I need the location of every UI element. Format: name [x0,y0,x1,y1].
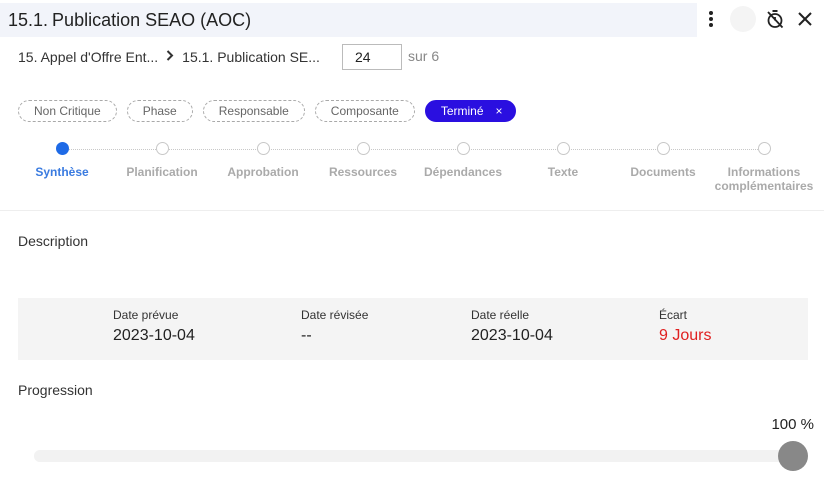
header: 15.1. Publication SEAO (AOC) [0,0,824,40]
chevron-right-icon [166,50,174,64]
date-value: -- [301,327,312,344]
chip-non-critique[interactable]: Non Critique [18,100,117,122]
step-dependances[interactable]: Dépendances [408,140,518,179]
step-label: Dépendances [423,165,503,179]
progress-percent: 100 % [771,416,814,433]
page-number-input[interactable] [342,44,402,70]
step-dot [256,142,270,155]
divider [0,210,824,211]
chip-termine[interactable]: Terminé × [424,100,516,122]
progression-label: Progression [18,382,93,398]
close-icon[interactable] [794,6,816,32]
step-dot [656,142,670,155]
step-ressources[interactable]: Ressources [308,140,418,179]
stepper: Synthèse Planification Approbation Resso… [0,140,824,200]
step-label: Approbation [227,165,299,179]
step-planification[interactable]: Planification [107,140,217,179]
chip-label: Non Critique [34,104,101,118]
step-dot [55,142,69,155]
step-synthese[interactable]: Synthèse [7,140,117,179]
step-documents[interactable]: Documents [608,140,718,179]
chip-label: Phase [142,104,177,118]
step-dot [155,142,169,155]
step-label: Documents [630,165,696,179]
step-label: Synthèse [35,165,89,179]
task-number: 15.1. [8,9,49,30]
date-prevue: Date prévue 2023-10-04 [113,308,195,345]
chip-label: Composante [330,104,399,118]
ecart-value: 9 Jours [659,327,712,344]
progress-slider-handle[interactable] [778,441,808,471]
step-approbation[interactable]: Approbation [208,140,318,179]
step-label: Texte [547,165,579,179]
ecart: Écart 9 Jours [659,308,711,345]
date-reelle: Date réelle 2023-10-04 [471,308,553,345]
date-label: Date réelle [471,308,530,322]
description-label: Description [18,233,89,249]
date-value: 2023-10-04 [113,327,195,344]
breadcrumb-item-current[interactable]: 15.1. Publication SE... [182,49,320,65]
chip-responsable[interactable]: Responsable [202,100,305,122]
dates-panel: Date prévue 2023-10-04 Date révisée -- D… [18,298,808,360]
chip-phase[interactable]: Phase [126,100,193,122]
breadcrumb: 15. Appel d'Offre Ent... 15.1. Publicati… [18,44,320,70]
step-label: Informations complémentaires [714,165,814,193]
header-actions [700,6,816,32]
filter-chips: Non Critique Phase Responsable Composant… [18,100,516,122]
chip-label: Responsable [218,104,289,118]
step-label: Ressources [328,165,398,179]
page-title: Publication SEAO (AOC) [52,9,252,30]
step-informations[interactable]: Informations complémentaires [704,140,824,193]
title-bar: 15.1. Publication SEAO (AOC) [0,3,697,37]
more-vertical-icon[interactable] [700,6,722,32]
step-dot [456,142,470,155]
date-label: Date révisée [301,308,369,322]
progress-slider-track[interactable] [34,450,794,462]
progress-fill [34,450,794,462]
date-label: Date prévue [113,308,179,322]
breadcrumb-item-parent[interactable]: 15. Appel d'Offre Ent... [18,49,158,65]
date-value: 2023-10-04 [471,327,553,344]
ghost-icon [730,6,756,32]
step-label: Planification [126,165,198,179]
date-label: Écart [659,308,688,322]
chip-label: Terminé [440,104,484,118]
date-revisee: Date révisée -- [301,308,368,345]
step-dot [356,142,370,155]
timer-off-icon[interactable] [764,6,786,32]
step-dot [556,142,570,155]
chip-remove-icon[interactable]: × [496,104,503,118]
chip-composante[interactable]: Composante [314,100,415,122]
step-texte[interactable]: Texte [508,140,618,179]
page-total: sur 6 [408,48,440,64]
step-dot [757,142,771,155]
